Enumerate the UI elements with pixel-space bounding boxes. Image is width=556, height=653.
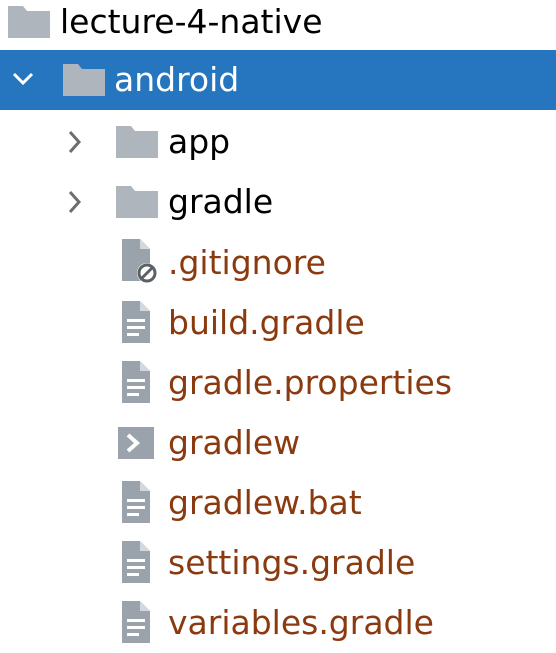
tree-item-label: settings.gradle bbox=[168, 543, 416, 582]
tree-item-label: variables.gradle bbox=[168, 603, 434, 642]
tree-item-label: gradle.properties bbox=[168, 363, 453, 402]
tree-item-label: build.gradle bbox=[168, 303, 365, 342]
tree-item-label: gradlew bbox=[168, 423, 301, 462]
chevron-right-icon[interactable] bbox=[60, 172, 90, 232]
tree-row-build-gradle[interactable]: build.gradle bbox=[0, 293, 556, 353]
tree-row-gradle-properties[interactable]: gradle.properties bbox=[0, 353, 556, 413]
tree-row-settings-gradle[interactable]: settings.gradle bbox=[0, 533, 556, 593]
tree-item-label: .gitignore bbox=[168, 243, 326, 282]
tree-row-gitignore[interactable]: .gitignore bbox=[0, 233, 556, 293]
chevron-right-icon[interactable] bbox=[60, 112, 90, 172]
tree-item-label: lecture-4-native bbox=[60, 2, 323, 41]
ignored-file-icon bbox=[120, 239, 162, 285]
folder-icon bbox=[116, 124, 158, 158]
text-file-icon bbox=[120, 481, 152, 523]
folder-icon bbox=[116, 184, 158, 218]
folder-icon bbox=[63, 62, 105, 96]
tree-row-variables-gradle[interactable]: variables.gradle bbox=[0, 593, 556, 653]
tree-row-android[interactable]: android bbox=[0, 50, 556, 110]
tree-row-lecture-4-native[interactable]: lecture-4-native bbox=[0, 0, 556, 52]
tree-row-gradlew[interactable]: gradlew bbox=[0, 413, 556, 473]
text-file-icon bbox=[120, 361, 152, 403]
text-file-icon bbox=[120, 541, 152, 583]
tree-item-label: gradle bbox=[168, 182, 274, 221]
text-file-icon bbox=[120, 601, 152, 643]
tree-item-label: app bbox=[168, 122, 231, 161]
project-tree: lecture-4-native android app gradle .git… bbox=[0, 0, 556, 653]
chevron-down-icon[interactable] bbox=[8, 50, 38, 110]
script-file-icon bbox=[118, 427, 154, 459]
tree-item-label: android bbox=[114, 60, 240, 99]
tree-row-app[interactable]: app bbox=[0, 112, 556, 172]
tree-row-gradle[interactable]: gradle bbox=[0, 172, 556, 232]
tree-item-label: gradlew.bat bbox=[168, 483, 362, 522]
text-file-icon bbox=[120, 301, 152, 343]
tree-row-gradlew-bat[interactable]: gradlew.bat bbox=[0, 473, 556, 533]
folder-icon bbox=[8, 4, 50, 38]
